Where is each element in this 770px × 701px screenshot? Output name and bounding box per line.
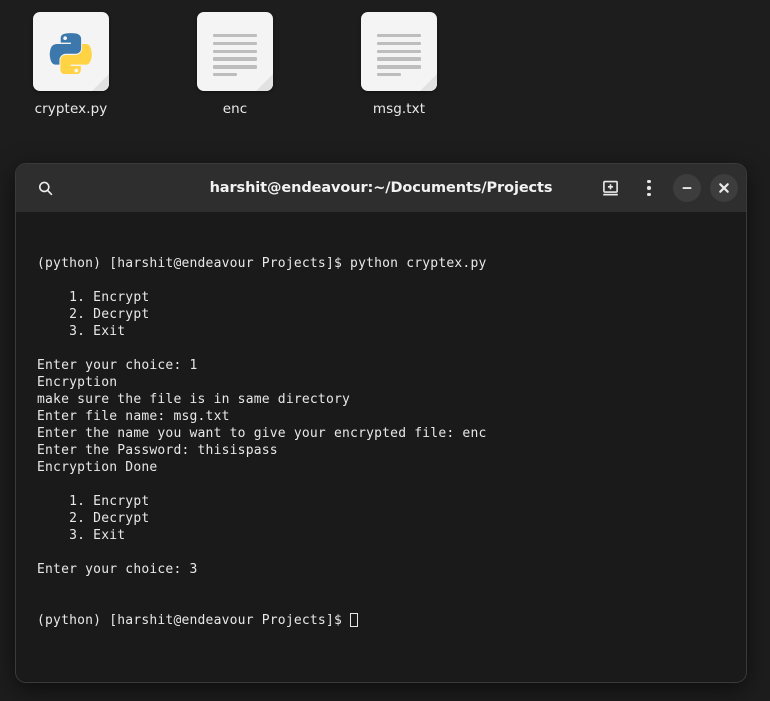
page-fold-corner [256,74,273,91]
terminal-line: Encryption Done [37,460,158,475]
terminal-output[interactable]: (python) [harshit@endeavour Projects]$ p… [16,212,746,682]
desktop-icon-enc[interactable]: enc [170,12,300,117]
close-icon [719,183,729,193]
desktop-background: cryptex.py enc msg.txt [0,0,770,155]
search-icon [38,181,52,195]
page-fold-corner [420,74,437,91]
terminal-cursor [350,613,358,627]
terminal-line: Encryption [37,375,118,390]
menu-button[interactable] [634,173,664,203]
close-button[interactable] [710,174,738,202]
terminal-line: 2. Decrypt [37,511,150,526]
terminal-line: make sure the file is in same directory [37,392,351,407]
document-file-icon [197,12,273,91]
terminal-line: Enter the name you want to give your enc… [37,426,487,441]
titlebar-controls [595,173,738,203]
desktop-icon-label: msg.txt [372,101,426,117]
terminal-titlebar[interactable]: harshit@endeavour:~/Documents/Projects [16,164,746,212]
python-logo-icon [49,32,92,74]
document-lines [377,34,421,81]
terminal-line: Enter the Password: thisispass [37,443,278,458]
prompt-text: (python) [harshit@endeavour Projects]$ [37,613,351,628]
terminal-line: 3. Exit [37,324,126,339]
page-fold-corner [92,74,109,91]
terminal-prompt-line: (python) [harshit@endeavour Projects]$ [37,612,746,629]
desktop-icon-label: cryptex.py [34,101,108,117]
kebab-menu-icon [647,179,651,197]
document-lines [213,34,257,81]
minimize-button[interactable] [673,174,701,202]
desktop-icon-msg-txt[interactable]: msg.txt [334,12,464,117]
terminal-window: harshit@endeavour:~/Documents/Projects (… [15,163,747,683]
terminal-line: 1. Encrypt [37,494,150,509]
minimize-icon [682,187,692,189]
desktop-icon-cryptex-py[interactable]: cryptex.py [6,12,136,117]
desktop-icon-label: enc [222,101,248,117]
document-file-icon [361,12,437,91]
new-tab-button[interactable] [595,173,625,203]
terminal-line: 3. Exit [37,528,126,543]
terminal-scrollback: (python) [harshit@endeavour Projects]$ p… [37,255,746,578]
python-file-icon [33,12,109,91]
terminal-line: Enter your choice: 3 [37,562,198,577]
terminal-line: 2. Decrypt [37,307,150,322]
search-button[interactable] [30,173,60,203]
terminal-line: Enter your choice: 1 [37,358,198,373]
new-tab-icon [602,180,618,195]
terminal-line: 1. Encrypt [37,290,150,305]
terminal-line: (python) [harshit@endeavour Projects]$ p… [37,256,487,271]
terminal-line: Enter file name: msg.txt [37,409,230,424]
